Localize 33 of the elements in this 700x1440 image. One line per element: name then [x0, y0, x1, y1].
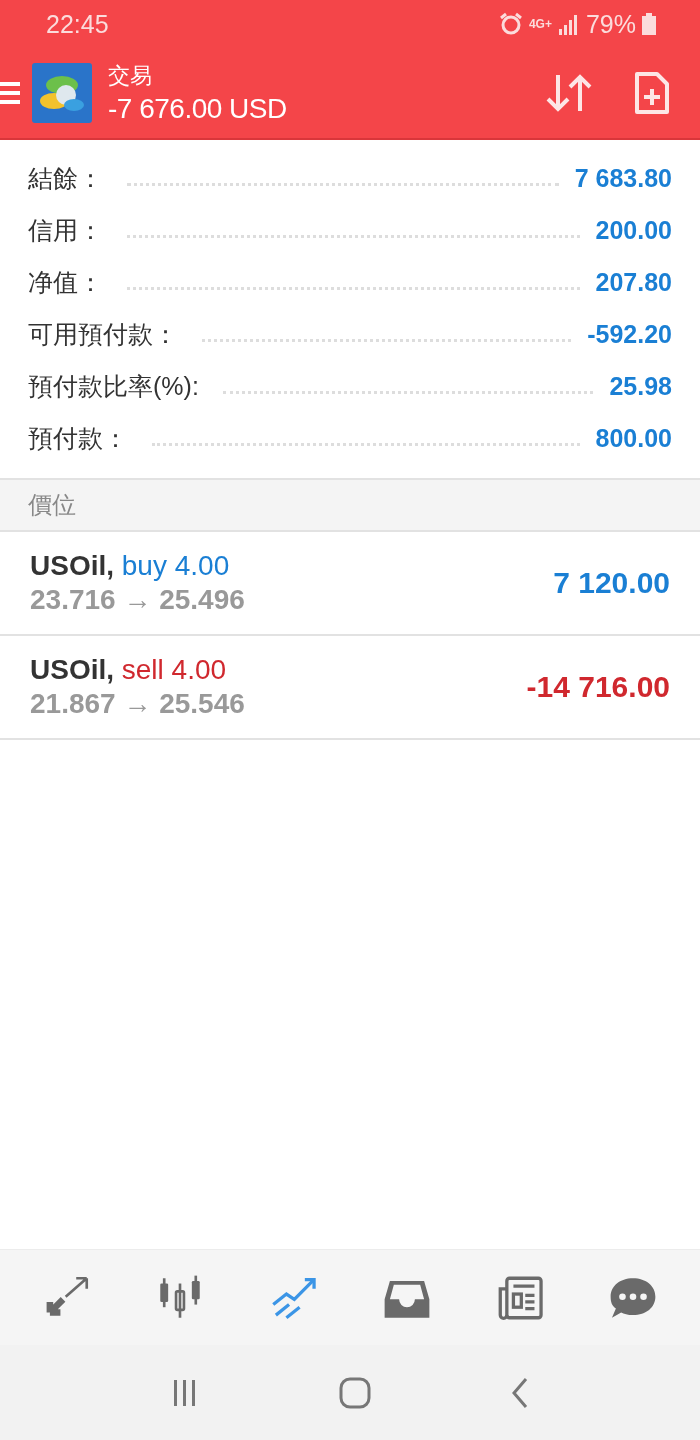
new-order-icon[interactable]: [634, 71, 670, 115]
signal-icon: [557, 13, 580, 35]
position-title: USOil, sell 4.00: [30, 654, 228, 686]
summary-value: 200.00: [595, 215, 672, 245]
position-prices: 23.716 → 25.496: [30, 584, 246, 616]
app-logo-icon: [32, 63, 92, 123]
position-profit: -14 716.00: [526, 670, 670, 704]
menu-icon[interactable]: [0, 80, 20, 106]
summary-label: 可用預付款：: [28, 318, 178, 350]
screen-title: 交易: [108, 62, 153, 90]
summary-label: 净值：: [28, 266, 103, 298]
network-label: 4G+: [528, 17, 552, 31]
position-profit: 7 120.00: [553, 566, 670, 600]
position-prices: 21.867 → 25.546: [30, 688, 246, 720]
section-title: 價位: [28, 490, 76, 520]
summary-label: 預付款：: [28, 422, 128, 454]
position-title: USOil, buy 4.00: [30, 550, 231, 582]
account-balance: -7 676.00 USD: [108, 93, 288, 125]
summary-value: 25.98: [609, 371, 672, 401]
summary-value: 207.80: [595, 267, 672, 297]
position-row[interactable]: USOil, buy 4.00 23.716 → 25.496 7 120.00: [0, 532, 700, 636]
summary-label: 結餘：: [28, 162, 103, 194]
summary-label: 信用：: [28, 214, 103, 246]
battery-percent: 79%: [585, 9, 636, 39]
home-icon[interactable]: [339, 1376, 371, 1409]
battery-icon: [642, 13, 656, 35]
summary-value: 800.00: [595, 423, 672, 453]
status-time: 22:45: [46, 9, 109, 39]
position-row[interactable]: USOil, sell 4.00 21.867 → 25.546 -14 716.00: [0, 636, 700, 740]
summary-value: -592.20: [587, 319, 672, 349]
summary-label: 預付款比率(%):: [28, 370, 199, 402]
alarm-icon: [498, 12, 523, 36]
summary-value: 7 683.80: [574, 163, 672, 193]
